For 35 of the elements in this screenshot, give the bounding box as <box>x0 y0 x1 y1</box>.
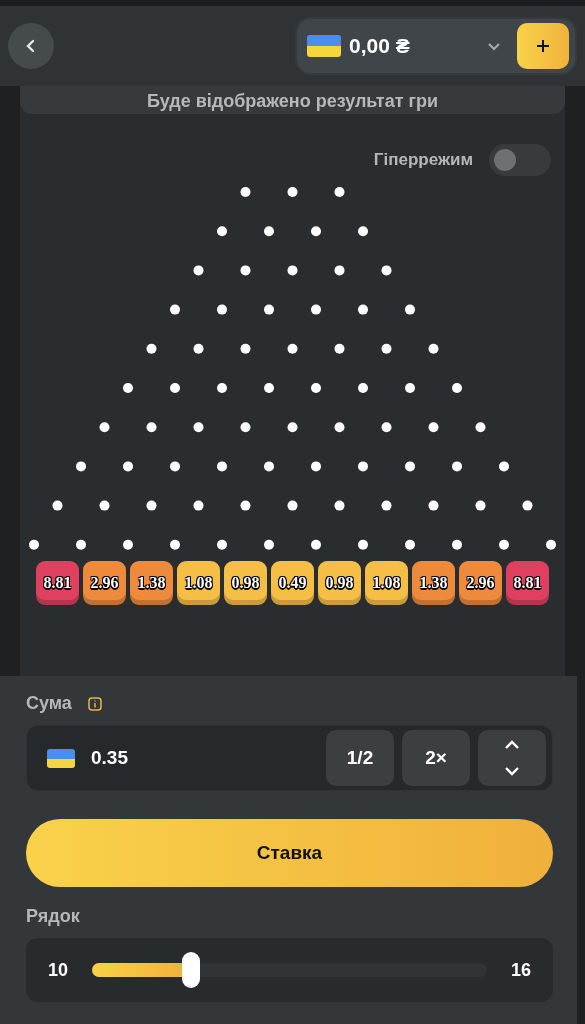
deposit-button[interactable] <box>517 23 569 69</box>
multiplier-slot: 0.98 <box>224 560 267 605</box>
multiplier-slot: 0.98 <box>318 560 361 605</box>
back-icon <box>26 39 36 53</box>
min-value: 10 <box>48 958 69 982</box>
flag-icon <box>307 35 341 57</box>
multiplier-slot: 8.81 <box>506 560 549 605</box>
up-down-icon <box>504 740 520 776</box>
amount-field[interactable]: 0.35 1/2 2× <box>26 725 553 791</box>
double-button[interactable]: 2× <box>402 730 470 786</box>
multiplier-slot: 1.38 <box>412 560 455 605</box>
max-value: 16 <box>510 958 531 982</box>
half-button[interactable]: 1/2 <box>326 730 394 786</box>
result-notice: Буде відображено результат гри <box>146 92 439 110</box>
info-icon[interactable] <box>87 696 102 711</box>
flag-icon <box>47 748 75 768</box>
hypermode-label: Гіперрежим <box>373 149 473 172</box>
balance-selector[interactable]: 0,00 ₴ <box>295 17 577 75</box>
hypermode-toggle[interactable] <box>489 144 551 176</box>
plus-icon <box>536 39 550 53</box>
bet-button[interactable]: Ставка <box>26 819 553 887</box>
slider-thumb[interactable] <box>181 952 200 988</box>
multiplier-slot: 1.38 <box>130 560 173 605</box>
multiplier-slot: 8.81 <box>36 560 79 605</box>
rows-label: Рядок <box>26 906 80 926</box>
multiplier-slot: 1.08 <box>177 560 220 605</box>
stepper-button[interactable] <box>478 730 546 786</box>
multiplier-slot: 2.96 <box>83 560 126 605</box>
rows-slider[interactable] <box>92 952 487 988</box>
multiplier-slot: 2.96 <box>459 560 502 605</box>
balance-amount: 0,00 ₴ <box>349 33 411 60</box>
chevron-down-icon <box>487 41 501 51</box>
multiplier-slot: 1.08 <box>365 560 408 605</box>
multiplier-slot: 0.49 <box>271 560 314 605</box>
amount-label: Сума <box>26 692 72 715</box>
